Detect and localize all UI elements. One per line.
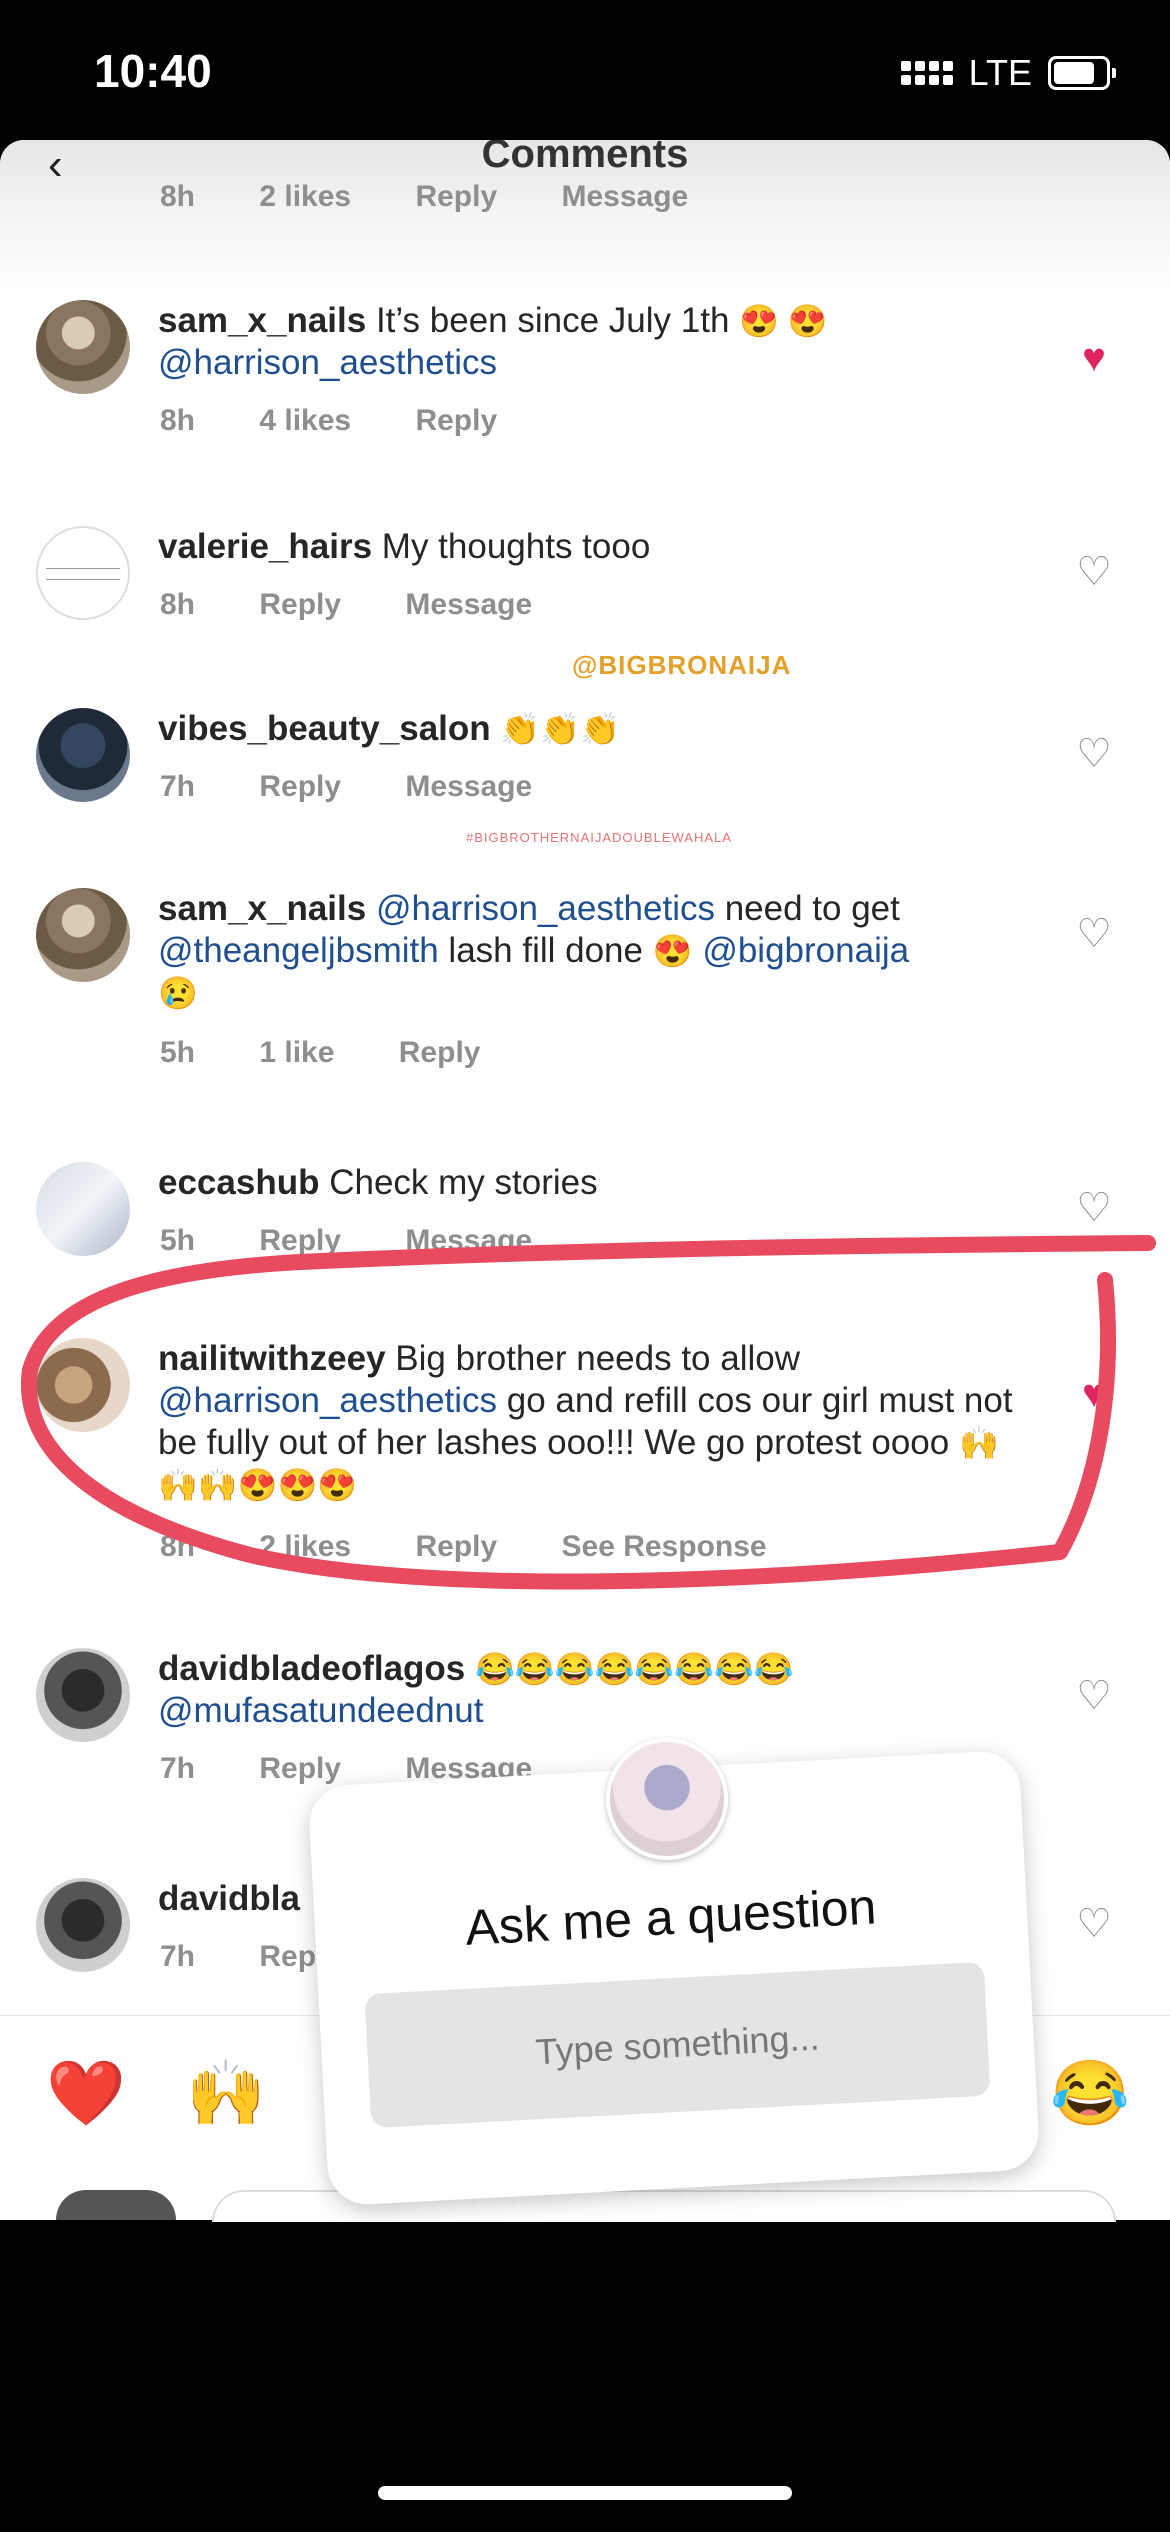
reply-button[interactable]: Reply bbox=[399, 1036, 481, 1069]
comment-text: davidbladeoflagos 😂😂😂😂😂😂😂😂 @mufasatundee… bbox=[158, 1648, 1018, 1732]
comment-body: lash fill done bbox=[448, 931, 643, 970]
like-heart-icon[interactable]: ♡ bbox=[1074, 734, 1114, 774]
question-input[interactable]: Type something... bbox=[364, 1961, 991, 2129]
like-heart-icon[interactable]: ♡ bbox=[1074, 914, 1114, 954]
like-heart-icon[interactable]: ♡ bbox=[1074, 1676, 1114, 1716]
comment-text: vibes_beauty_salon 👏👏👏 bbox=[158, 708, 1018, 750]
comment-meta: 8h 2 likes Reply Message bbox=[160, 180, 744, 214]
reply-button[interactable]: Reply bbox=[259, 588, 341, 621]
network-label: LTE bbox=[968, 52, 1032, 93]
comment-username[interactable]: nailitwithzeey bbox=[158, 1339, 386, 1378]
comment-body: Big brother needs to allow bbox=[395, 1339, 800, 1378]
mention-link[interactable]: @harrison_aesthetics bbox=[376, 889, 715, 928]
comment-time: 5h bbox=[160, 1036, 196, 1069]
comment-text: sam_x_nails @harrison_aesthetics need to… bbox=[158, 888, 1018, 1014]
mention-link[interactable]: @mufasatundeednut bbox=[158, 1691, 483, 1730]
heart-reaction[interactable]: ❤️ bbox=[46, 2056, 126, 2131]
comment-likes[interactable]: 2 likes bbox=[259, 1530, 351, 1563]
mention-link[interactable]: @theangeljbsmith bbox=[158, 931, 439, 970]
comment-username[interactable]: vibes_beauty_salon bbox=[158, 709, 491, 748]
watermark-text: @BIGBRONAIJA bbox=[572, 650, 792, 680]
avatar[interactable] bbox=[36, 1162, 130, 1256]
like-heart-icon[interactable]: ♡ bbox=[1074, 1904, 1114, 1944]
avatar[interactable] bbox=[36, 526, 130, 620]
comment-text: valerie_hairs My thoughts tooo bbox=[158, 526, 1018, 568]
comment-meta: 8h 2 likes Reply See Response bbox=[160, 1530, 823, 1564]
comment-likes[interactable]: 1 like bbox=[259, 1036, 334, 1069]
reply-button[interactable]: Reply bbox=[415, 1530, 497, 1563]
comment-username[interactable]: valerie_hairs bbox=[158, 527, 372, 566]
comment-body: My thoughts tooo bbox=[381, 527, 651, 566]
reply-button[interactable]: Reply bbox=[259, 1752, 341, 1785]
avatar[interactable] bbox=[36, 708, 130, 802]
status-bar: 10:40 LTE bbox=[0, 0, 1170, 140]
message-button[interactable]: Message bbox=[405, 588, 532, 621]
comment-time: 8h bbox=[160, 1530, 196, 1563]
mention-link[interactable]: @harrison_aesthetics bbox=[158, 343, 497, 382]
avatar[interactable] bbox=[36, 1878, 130, 1972]
like-heart-icon[interactable]: ♥ bbox=[1074, 1374, 1114, 1414]
reply-button[interactable]: Reply bbox=[259, 770, 341, 803]
comment-emoji: 😢 bbox=[158, 975, 198, 1011]
like-heart-icon[interactable]: ♡ bbox=[1074, 552, 1114, 592]
comment-time: 7h bbox=[160, 1940, 196, 1973]
signal-icon bbox=[900, 61, 953, 85]
status-icons: LTE bbox=[900, 52, 1116, 94]
sticker-title: Ask me a question bbox=[463, 1878, 878, 1956]
comment-time: 5h bbox=[160, 1224, 196, 1257]
comment-time: 8h bbox=[160, 404, 196, 437]
comment-emoji: 👏👏👏 bbox=[500, 711, 620, 747]
comment-time: 7h bbox=[160, 770, 196, 803]
comment-body: It’s been since July 1th bbox=[375, 301, 730, 340]
comment-username[interactable]: davidbladeoflagos bbox=[158, 1649, 465, 1688]
see-response-button[interactable]: See Response bbox=[562, 1530, 767, 1563]
comment-username[interactable]: eccashub bbox=[158, 1163, 319, 1202]
avatar[interactable] bbox=[36, 1648, 130, 1742]
laughing-reaction[interactable]: 😂 bbox=[1050, 2056, 1130, 2131]
home-indicator[interactable] bbox=[378, 2486, 792, 2500]
avatar[interactable] bbox=[36, 888, 130, 982]
like-heart-icon[interactable]: ♥ bbox=[1074, 338, 1114, 378]
reply-button[interactable]: Reply bbox=[415, 180, 497, 213]
like-heart-icon[interactable]: ♡ bbox=[1074, 1188, 1114, 1228]
message-button[interactable]: Message bbox=[562, 180, 689, 213]
composer-avatar bbox=[56, 2190, 176, 2220]
comment-meta: 7h Reply Message bbox=[160, 770, 588, 804]
comments-header: ‹ Comments bbox=[0, 140, 1170, 290]
watermark-hashtag: #BIGBROTHERNAIJADOUBLEWAHALA bbox=[466, 830, 732, 845]
comment-time: 7h bbox=[160, 1752, 196, 1785]
comment-text: sam_x_nails It’s been since July 1th 😍 😍… bbox=[158, 300, 1018, 384]
comment-text: eccashub Check my stories bbox=[158, 1162, 1018, 1204]
comment-username[interactable]: davidbla bbox=[158, 1879, 300, 1918]
reply-button[interactable]: Reply bbox=[415, 404, 497, 437]
reply-button[interactable]: Reply bbox=[259, 1224, 341, 1257]
sticker-avatar bbox=[606, 1738, 728, 1860]
battery-icon bbox=[1048, 56, 1116, 90]
comment-emoji: 😍 😍 bbox=[739, 303, 828, 339]
comment-time: 8h bbox=[160, 180, 196, 213]
comment-emoji: 😍 bbox=[652, 933, 693, 969]
page-title: Comments bbox=[481, 140, 689, 176]
message-button[interactable]: Message bbox=[405, 770, 532, 803]
comment-meta: 5h Reply Message bbox=[160, 1224, 588, 1258]
status-time: 10:40 bbox=[94, 45, 212, 97]
avatar[interactable] bbox=[36, 1338, 130, 1432]
comment-username[interactable]: sam_x_nails bbox=[158, 889, 366, 928]
comment-likes[interactable]: 4 likes bbox=[259, 404, 351, 437]
mention-link[interactable]: @bigbronaija bbox=[702, 931, 909, 970]
comment-time: 8h bbox=[160, 588, 196, 621]
mention-link[interactable]: @harrison_aesthetics bbox=[158, 1381, 497, 1420]
comment-meta: 5h 1 like Reply bbox=[160, 1036, 536, 1070]
comment-body: Check my stories bbox=[329, 1163, 598, 1202]
comment-emoji: 😂😂😂😂😂😂😂😂 bbox=[475, 1651, 794, 1687]
comment-likes[interactable]: 2 likes bbox=[259, 180, 351, 213]
comment-body: need to get bbox=[724, 889, 900, 928]
comment-username[interactable]: sam_x_nails bbox=[158, 301, 366, 340]
raised-hands-reaction[interactable]: 🙌 bbox=[186, 2056, 266, 2131]
message-button[interactable]: Message bbox=[405, 1224, 532, 1257]
comment-text: nailitwithzeey Big brother needs to allo… bbox=[158, 1338, 1018, 1506]
comment-meta: 8h Reply Message bbox=[160, 588, 588, 622]
comment-meta: 8h 4 likes Reply bbox=[160, 404, 553, 438]
avatar[interactable] bbox=[36, 300, 130, 394]
